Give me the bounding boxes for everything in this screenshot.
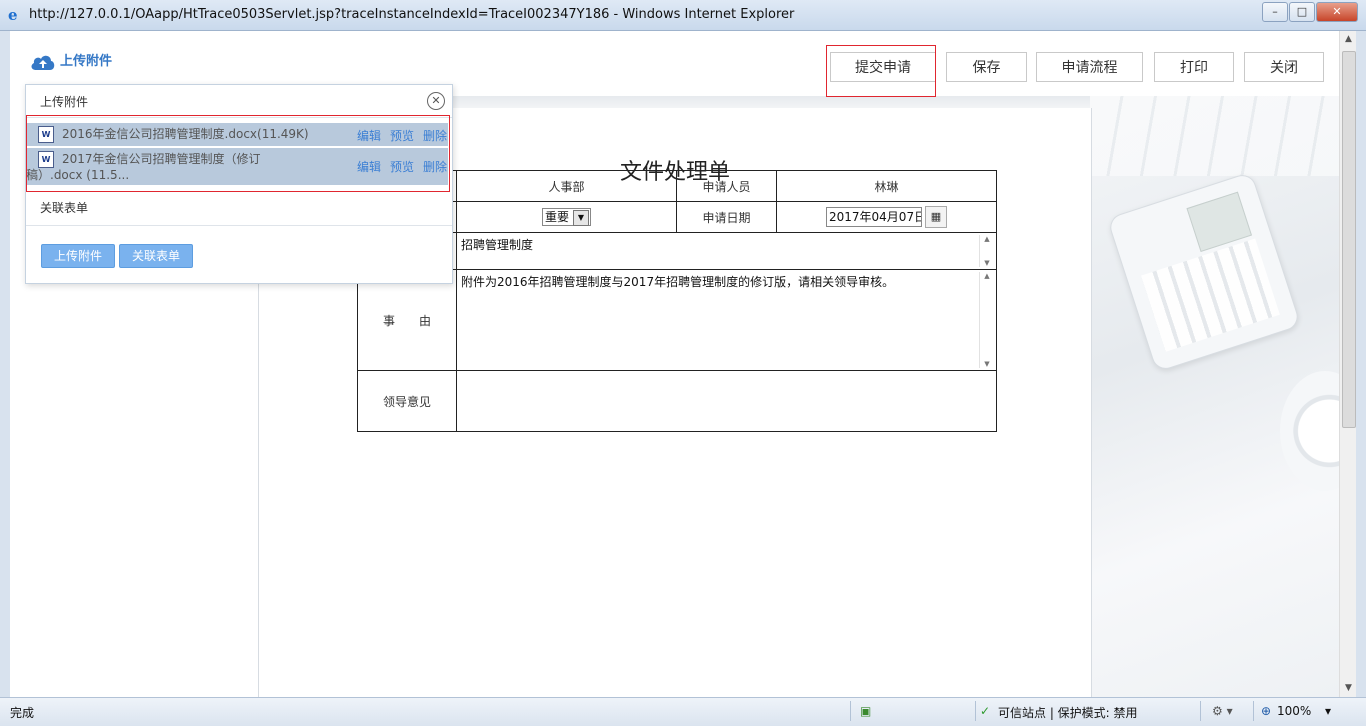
window-frame-right	[1356, 31, 1366, 697]
submit-application-button[interactable]: 提交申请	[830, 52, 936, 82]
scroll-up-icon[interactable]: ▲	[980, 235, 994, 243]
edit-link[interactable]: 编辑	[357, 158, 381, 175]
scroll-down-icon[interactable]: ▼	[980, 259, 994, 267]
preview-link[interactable]: 预览	[390, 158, 414, 175]
attachment-row: W 2016年金信公司招聘管理制度.docx(11.49K) 编辑 预览 删除	[26, 123, 448, 146]
preview-link[interactable]: 预览	[390, 127, 414, 144]
related-form-label: 关联表单	[40, 201, 89, 215]
subject-scrollbar[interactable]: ▲ ▼	[979, 235, 994, 267]
ie-logo-icon: e	[8, 6, 18, 24]
priority-select[interactable]: 重要 ▼	[541, 208, 591, 226]
window-titlebar: e http://127.0.0.1/OAapp/HtTrace0503Serv…	[0, 0, 1366, 31]
calculator-keys	[1141, 238, 1280, 352]
close-icon[interactable]: ✕	[427, 92, 445, 110]
priority-value: 重要	[544, 210, 569, 224]
date-field[interactable]: 2017年04月07日	[826, 207, 922, 227]
browser-content: 上传附件 提交申请 保存 申请流程 打印 关闭 文件处理单 人事部 申请人员 林…	[10, 31, 1339, 697]
scroll-down-icon[interactable]: ▼	[980, 360, 994, 368]
attachment-name: 2017年金信公司招聘管理制度（修订稿）.docx (11.5...	[26, 152, 261, 182]
date-label: 申请日期	[676, 201, 777, 233]
related-form-button[interactable]: 关联表单	[119, 244, 193, 268]
cloud-upload-icon	[31, 55, 55, 70]
window-title: http://127.0.0.1/OAapp/HtTrace0503Servle…	[29, 7, 795, 22]
popup-divider	[26, 225, 452, 226]
subject-text: 招聘管理制度	[461, 238, 534, 252]
minimize-button[interactable]: –	[1262, 2, 1288, 22]
opinion-field[interactable]	[456, 370, 997, 432]
reason-label: 事 由	[357, 269, 457, 371]
reason-text: 附件为2016年招聘管理制度与2017年招聘管理制度的修订版，请相关领导审核。	[461, 275, 895, 289]
status-bar: 完成 ▣ ✓ 可信站点 | 保护模式: 禁用 ⚙ ▾ ⊕ 100% ▾	[0, 697, 1366, 726]
popup-title: 上传附件	[40, 95, 89, 109]
print-button[interactable]: 打印	[1154, 52, 1234, 82]
status-text: 完成	[10, 706, 35, 720]
applicant-value: 林琳	[776, 170, 997, 202]
application-flow-button[interactable]: 申请流程	[1036, 52, 1143, 82]
close-button[interactable]: 关闭	[1244, 52, 1324, 82]
reason-textarea[interactable]: 附件为2016年招聘管理制度与2017年招聘管理制度的修订版，请相关领导审核。 …	[456, 269, 997, 371]
document-form-table: 人事部 申请人员 林琳 重要 ▼ 申请日期 2017年04月07日 ▦ 招聘管理制度…	[357, 170, 997, 432]
opinion-label: 领导意见	[357, 370, 457, 432]
zoom-icon: ⊕	[1261, 704, 1272, 718]
attachment-row: W 2017年金信公司招聘管理制度（修订稿）.docx (11.5... 编辑 …	[26, 148, 448, 185]
status-divider	[1253, 701, 1254, 721]
delete-link[interactable]: 删除	[423, 158, 447, 175]
calendar-icon[interactable]: ▦	[925, 206, 947, 228]
upload-attachment-button[interactable]: 上传附件	[41, 244, 115, 268]
close-window-button[interactable]: ✕	[1316, 2, 1358, 22]
priority-cell: 重要 ▼	[456, 201, 677, 233]
popup-divider	[26, 117, 452, 118]
scroll-up-icon[interactable]: ▲	[1340, 31, 1357, 48]
zoom-level[interactable]: 100%	[1277, 704, 1311, 718]
applicant-label: 申请人员	[676, 170, 777, 202]
save-button[interactable]: 保存	[946, 52, 1027, 82]
scrollbar-thumb[interactable]	[1342, 51, 1356, 428]
chevron-down-icon: ▼	[573, 210, 589, 226]
security-report-icon[interactable]: ▣	[860, 704, 871, 718]
attachment-name: 2016年金信公司招聘管理制度.docx(11.49K)	[62, 127, 309, 141]
upload-attachment-link[interactable]: 上传附件	[30, 50, 112, 70]
edit-link[interactable]: 编辑	[357, 127, 381, 144]
reason-scrollbar[interactable]: ▲ ▼	[979, 272, 994, 368]
keyboard-image	[1090, 96, 1339, 176]
scroll-down-icon[interactable]: ▼	[1340, 680, 1357, 697]
status-divider	[850, 701, 851, 721]
chevron-down-icon[interactable]: ▾	[1325, 704, 1331, 718]
page-scrollbar[interactable]: ▲ ▼	[1339, 31, 1357, 697]
status-divider	[975, 701, 976, 721]
security-zone-text[interactable]: 可信站点 | 保护模式: 禁用	[998, 704, 1138, 721]
status-divider	[1200, 701, 1201, 721]
word-document-icon: W	[38, 126, 54, 143]
scroll-up-icon[interactable]: ▲	[980, 272, 994, 280]
maximize-button[interactable]: □	[1289, 2, 1315, 22]
delete-link[interactable]: 删除	[423, 127, 447, 144]
gear-icon[interactable]: ⚙ ▾	[1212, 704, 1233, 718]
department-cell: 人事部	[456, 170, 677, 202]
upload-attachment-popup: 上传附件 ✕ W 2016年金信公司招聘管理制度.docx(11.49K) 编辑…	[25, 84, 453, 284]
window-frame-left	[0, 31, 10, 697]
subject-textarea[interactable]: 招聘管理制度 ▲ ▼	[456, 232, 997, 270]
upload-link-label: 上传附件	[60, 54, 113, 69]
checkmark-icon: ✓	[980, 704, 991, 718]
date-cell: 2017年04月07日 ▦	[776, 201, 997, 233]
